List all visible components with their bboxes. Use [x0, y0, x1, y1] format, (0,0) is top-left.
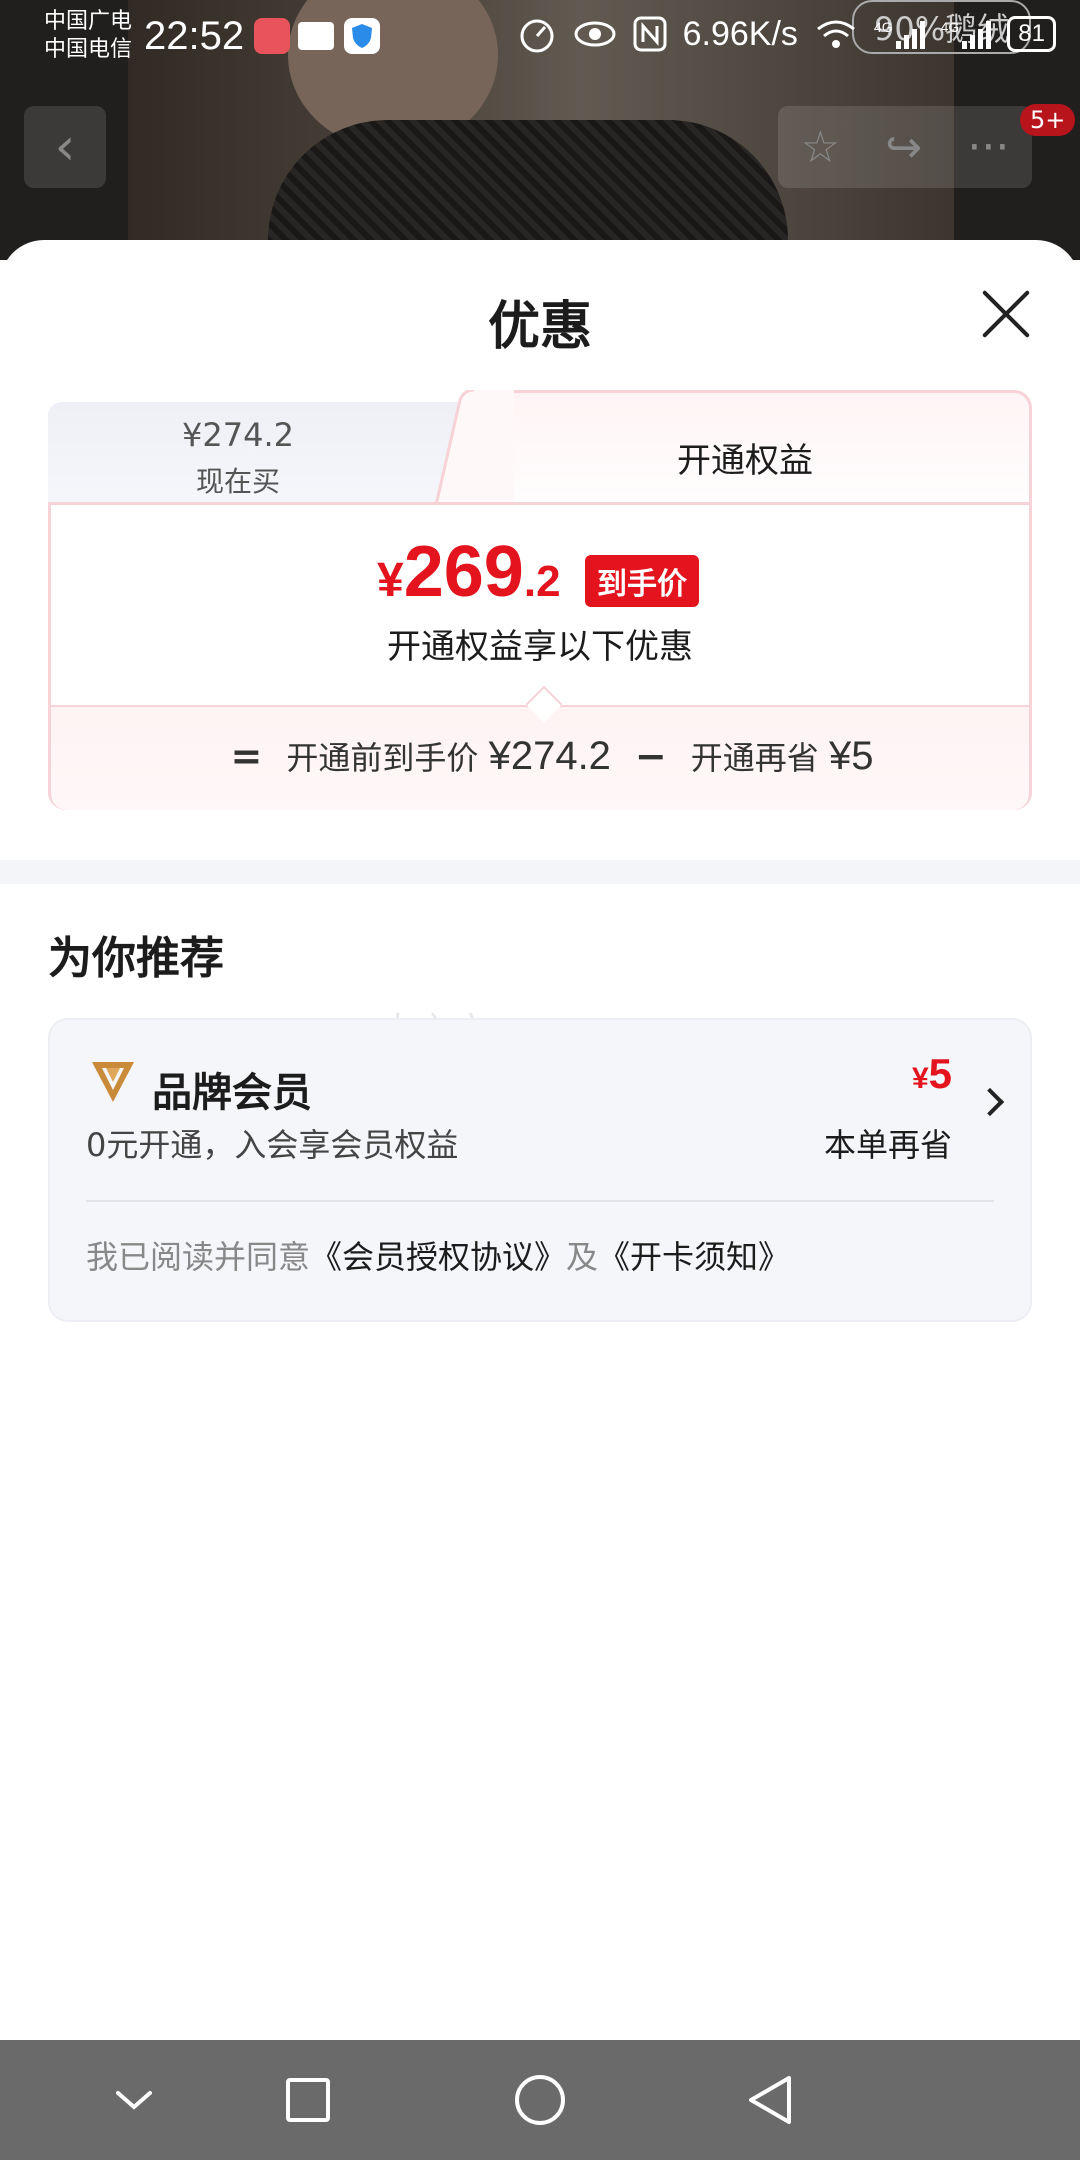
price-formula-band: = 开通前到手价 ¥274.2− 开通再省 ¥5: [51, 705, 1029, 810]
eye-icon: [574, 21, 616, 47]
extra-save-label: 开通再省: [690, 739, 819, 777]
recommend-title: 为你推荐: [48, 933, 224, 984]
discount-sheet: 优惠 ¥274.2 现在买 开通权益 ¥269.2 到手价 开通权益享以下优惠 …: [0, 240, 1080, 2040]
card-notice-link[interactable]: 《开卡须知》: [598, 1238, 790, 1276]
speedometer-icon: [520, 19, 554, 53]
carrier-2: 中国电信: [44, 37, 133, 62]
extra-save-value: ¥5: [828, 734, 874, 778]
chevron-down-icon: [116, 2091, 152, 2110]
chevron-left-icon: ‹: [54, 117, 76, 177]
mail-icon: [298, 22, 334, 50]
battery-icon: 81: [1007, 16, 1056, 52]
tab-buy-now-label: 现在买: [195, 465, 280, 498]
member-save-value: 5: [928, 1050, 952, 1097]
final-price: ¥269.2: [377, 531, 561, 613]
member-save-amount: ¥5: [912, 1050, 952, 1098]
tab-membership[interactable]: 开通权益: [458, 390, 1032, 520]
chevron-right-icon[interactable]: [975, 1087, 1005, 1117]
close-icon[interactable]: [980, 288, 1030, 338]
clock: 22:52: [144, 14, 245, 58]
equals-sign: =: [230, 734, 263, 778]
shield-icon: [344, 18, 380, 54]
card-divider: [86, 1200, 994, 1202]
minus-sign: −: [634, 734, 667, 778]
member-save-currency: ¥: [911, 1062, 929, 1095]
wifi-icon: [817, 20, 855, 48]
final-price-currency: ¥: [377, 554, 404, 607]
recents-nav-button[interactable]: [278, 2070, 338, 2130]
brand-member-card[interactable]: 品牌会员 0元开通，入会享会员权益 ¥5 本单再省 我已阅读并同意《会员授权协议…: [48, 1018, 1032, 1322]
final-price-badge: 到手价: [585, 555, 699, 607]
collapse-nav-button[interactable]: [104, 2070, 164, 2130]
tab-buy-now-price: ¥274.2: [182, 416, 294, 454]
carrier-1: 中国广电: [44, 9, 133, 34]
agreement-prefix: 我已阅读并同意: [86, 1238, 311, 1276]
back-nav-button[interactable]: [740, 2070, 800, 2130]
price-tab-card: ¥274.2 现在买 开通权益 ¥269.2 到手价 开通权益享以下优惠 = 开通…: [48, 390, 1032, 810]
network-speed: 6.96K/s: [682, 14, 798, 53]
signal-1-icon: 4G: [874, 19, 925, 49]
brand-member-logo-icon: [92, 1062, 134, 1102]
final-price-desc: 开通权益享以下优惠: [387, 627, 693, 667]
agreement-and: 及: [566, 1238, 599, 1276]
brand-member-subtitle: 0元开通，入会享会员权益: [86, 1126, 459, 1164]
section-divider: [0, 860, 1080, 884]
tab-slant-shape: [434, 390, 514, 520]
circle-icon: [515, 2075, 565, 2125]
triangle-back-icon: [749, 2076, 791, 2124]
nfc-icon: [633, 16, 667, 52]
carrier-labels: 中国广电 中国电信: [44, 8, 132, 64]
member-agreement-link[interactable]: 《会员授权协议》: [310, 1238, 566, 1276]
home-nav-button[interactable]: [510, 2070, 570, 2130]
status-bar: 中国广电 中国电信 22:52 6.96K/s 4G 4G 81: [0, 0, 1080, 76]
share-icon[interactable]: ↪: [885, 122, 922, 173]
sheet-title: 优惠: [487, 297, 592, 357]
before-price-label: 开通前到手价: [286, 739, 479, 777]
back-button[interactable]: ‹: [24, 106, 106, 188]
final-price-decimal: .2: [523, 557, 561, 606]
agreement-text: 我已阅读并同意《会员授权协议》及《开卡须知》: [86, 1232, 790, 1278]
more-icon[interactable]: ···: [967, 122, 1009, 173]
tab-membership-label: 开通权益: [677, 441, 813, 481]
square-icon: [286, 2078, 330, 2122]
before-price-value: ¥274.2: [488, 734, 611, 778]
member-save-label: 本单再省: [823, 1126, 952, 1164]
huawei-appgallery-icon: [254, 18, 290, 54]
price-formula: = 开通前到手价 ¥274.2− 开通再省 ¥5: [51, 733, 1029, 779]
final-price-integer: 269: [403, 532, 524, 612]
favorite-star-icon[interactable]: ☆: [801, 122, 840, 173]
status-right: 6.96K/s 4G 4G 81: [517, 14, 1056, 54]
system-nav-bar: [0, 2040, 1080, 2160]
brand-member-name: 品牌会员: [152, 1070, 312, 1116]
final-price-box: ¥269.2 到手价 开通权益享以下优惠 = 开通前到手价 ¥274.2− 开通再省…: [48, 502, 1032, 810]
signal-2-icon: 4G: [941, 19, 992, 49]
message-badge: 5+: [1020, 104, 1076, 136]
top-actions: ☆ ↪ ···: [778, 106, 1032, 188]
